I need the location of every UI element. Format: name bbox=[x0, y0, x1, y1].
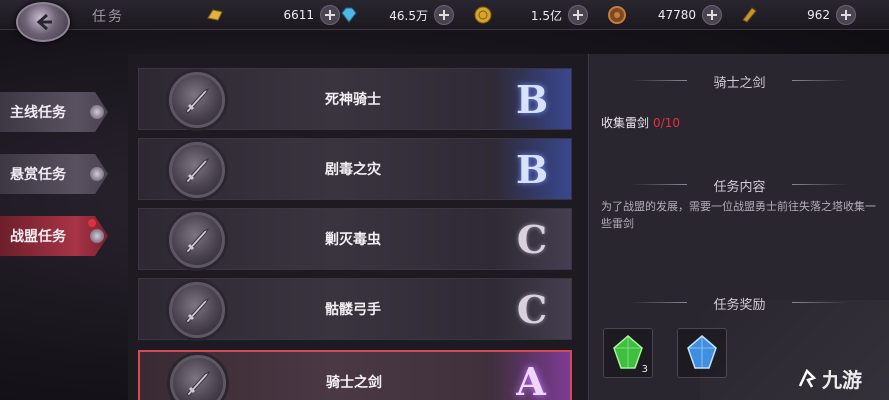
add-gold-bar-button[interactable] bbox=[320, 5, 340, 25]
add-token-button[interactable] bbox=[836, 5, 856, 25]
quest-grade: C bbox=[493, 279, 571, 339]
tab-knob-icon bbox=[90, 105, 104, 119]
detail-title: 骑士之剑 bbox=[589, 72, 889, 91]
content-heading: 任务内容 bbox=[589, 176, 889, 195]
sword-emblem-icon bbox=[169, 282, 225, 338]
tab-guild-quest-label: 战盟任务 bbox=[10, 229, 66, 245]
quest-name: 死神骑士 bbox=[325, 92, 381, 108]
top-bar: 任务 6611 46.5万 1.5亿 47780 962 bbox=[0, 0, 889, 30]
tab-main-quest-label: 主线任务 bbox=[10, 105, 66, 121]
resource-gold-bar: 6611 bbox=[206, 4, 340, 26]
notification-dot-icon bbox=[88, 219, 96, 227]
objective-text: 收集雷剑 bbox=[601, 116, 650, 130]
quest-list: 死神骑士 B 剧毒之灾 B 剿灭毒虫 C 骷髅弓手 C 骑士之剑 A bbox=[128, 54, 588, 400]
add-gold-coin-button[interactable] bbox=[568, 5, 588, 25]
quest-grade: B bbox=[493, 139, 571, 199]
back-button[interactable] bbox=[16, 2, 70, 42]
reward-item[interactable]: 3 bbox=[603, 328, 653, 378]
sword-emblem-icon bbox=[169, 212, 225, 268]
quest-row[interactable]: 剧毒之灾 B bbox=[138, 138, 572, 200]
resource-medal: 47780 bbox=[608, 4, 722, 26]
add-diamond-button[interactable] bbox=[434, 5, 454, 25]
sword-emblem-icon bbox=[170, 355, 226, 400]
gold-bar-icon bbox=[206, 6, 224, 24]
medal-value: 47780 bbox=[657, 8, 696, 22]
bronze-medal-icon bbox=[608, 6, 626, 24]
reward-count: 3 bbox=[641, 364, 648, 375]
sword-emblem-icon bbox=[169, 72, 225, 128]
blue-diamond-icon bbox=[340, 6, 358, 24]
token-value: 962 bbox=[807, 8, 830, 22]
quest-name: 骑士之剑 bbox=[326, 375, 382, 391]
quest-grade: B bbox=[493, 69, 571, 129]
watermark-logo: 九游 bbox=[796, 364, 862, 393]
watermark-text: 九游 bbox=[822, 368, 862, 392]
objective-progress: 0/10 bbox=[653, 116, 680, 130]
quest-grade: C bbox=[493, 209, 571, 269]
diamond-value: 46.5万 bbox=[389, 8, 428, 23]
tab-bounty-quest-label: 悬赏任务 bbox=[10, 167, 66, 183]
tab-knob-icon bbox=[90, 167, 104, 181]
scroll-token-icon bbox=[740, 6, 758, 24]
resource-token: 962 bbox=[740, 4, 856, 26]
gold-coin-value: 1.5亿 bbox=[530, 8, 562, 23]
back-arrow-icon bbox=[36, 13, 52, 31]
resource-diamond: 46.5万 bbox=[340, 4, 454, 26]
page-title: 任务 bbox=[92, 9, 124, 25]
quest-objective: 收集雷剑 0/10 bbox=[601, 114, 680, 131]
quest-row[interactable]: 骷髅弓手 C bbox=[138, 278, 572, 340]
quest-row[interactable]: 剿灭毒虫 C bbox=[138, 208, 572, 270]
tab-main-quest[interactable]: 主线任务 bbox=[0, 92, 108, 132]
quest-name: 剿灭毒虫 bbox=[325, 232, 381, 248]
resource-gold-coin: 1.5亿 bbox=[474, 4, 588, 26]
tab-bounty-quest[interactable]: 悬赏任务 bbox=[0, 154, 108, 194]
nine-game-logo-icon bbox=[798, 368, 817, 388]
gold-bar-value: 6611 bbox=[283, 8, 314, 22]
green-crystal-icon bbox=[613, 335, 643, 369]
quest-row[interactable]: 死神骑士 B bbox=[138, 68, 572, 130]
gold-coin-icon bbox=[474, 6, 492, 24]
quest-grade: A bbox=[492, 352, 570, 400]
sword-emblem-icon bbox=[169, 142, 225, 198]
quest-name: 骷髅弓手 bbox=[325, 302, 381, 318]
quest-row-selected[interactable]: 骑士之剑 A bbox=[138, 350, 572, 400]
quest-name: 剧毒之灾 bbox=[325, 162, 381, 178]
tab-guild-quest[interactable]: 战盟任务 bbox=[0, 216, 108, 256]
tab-knob-icon bbox=[90, 229, 104, 243]
add-medal-button[interactable] bbox=[702, 5, 722, 25]
quest-description: 为了战盟的发展，需要一位战盟勇士前往失落之塔收集一些雷剑 bbox=[601, 200, 876, 230]
